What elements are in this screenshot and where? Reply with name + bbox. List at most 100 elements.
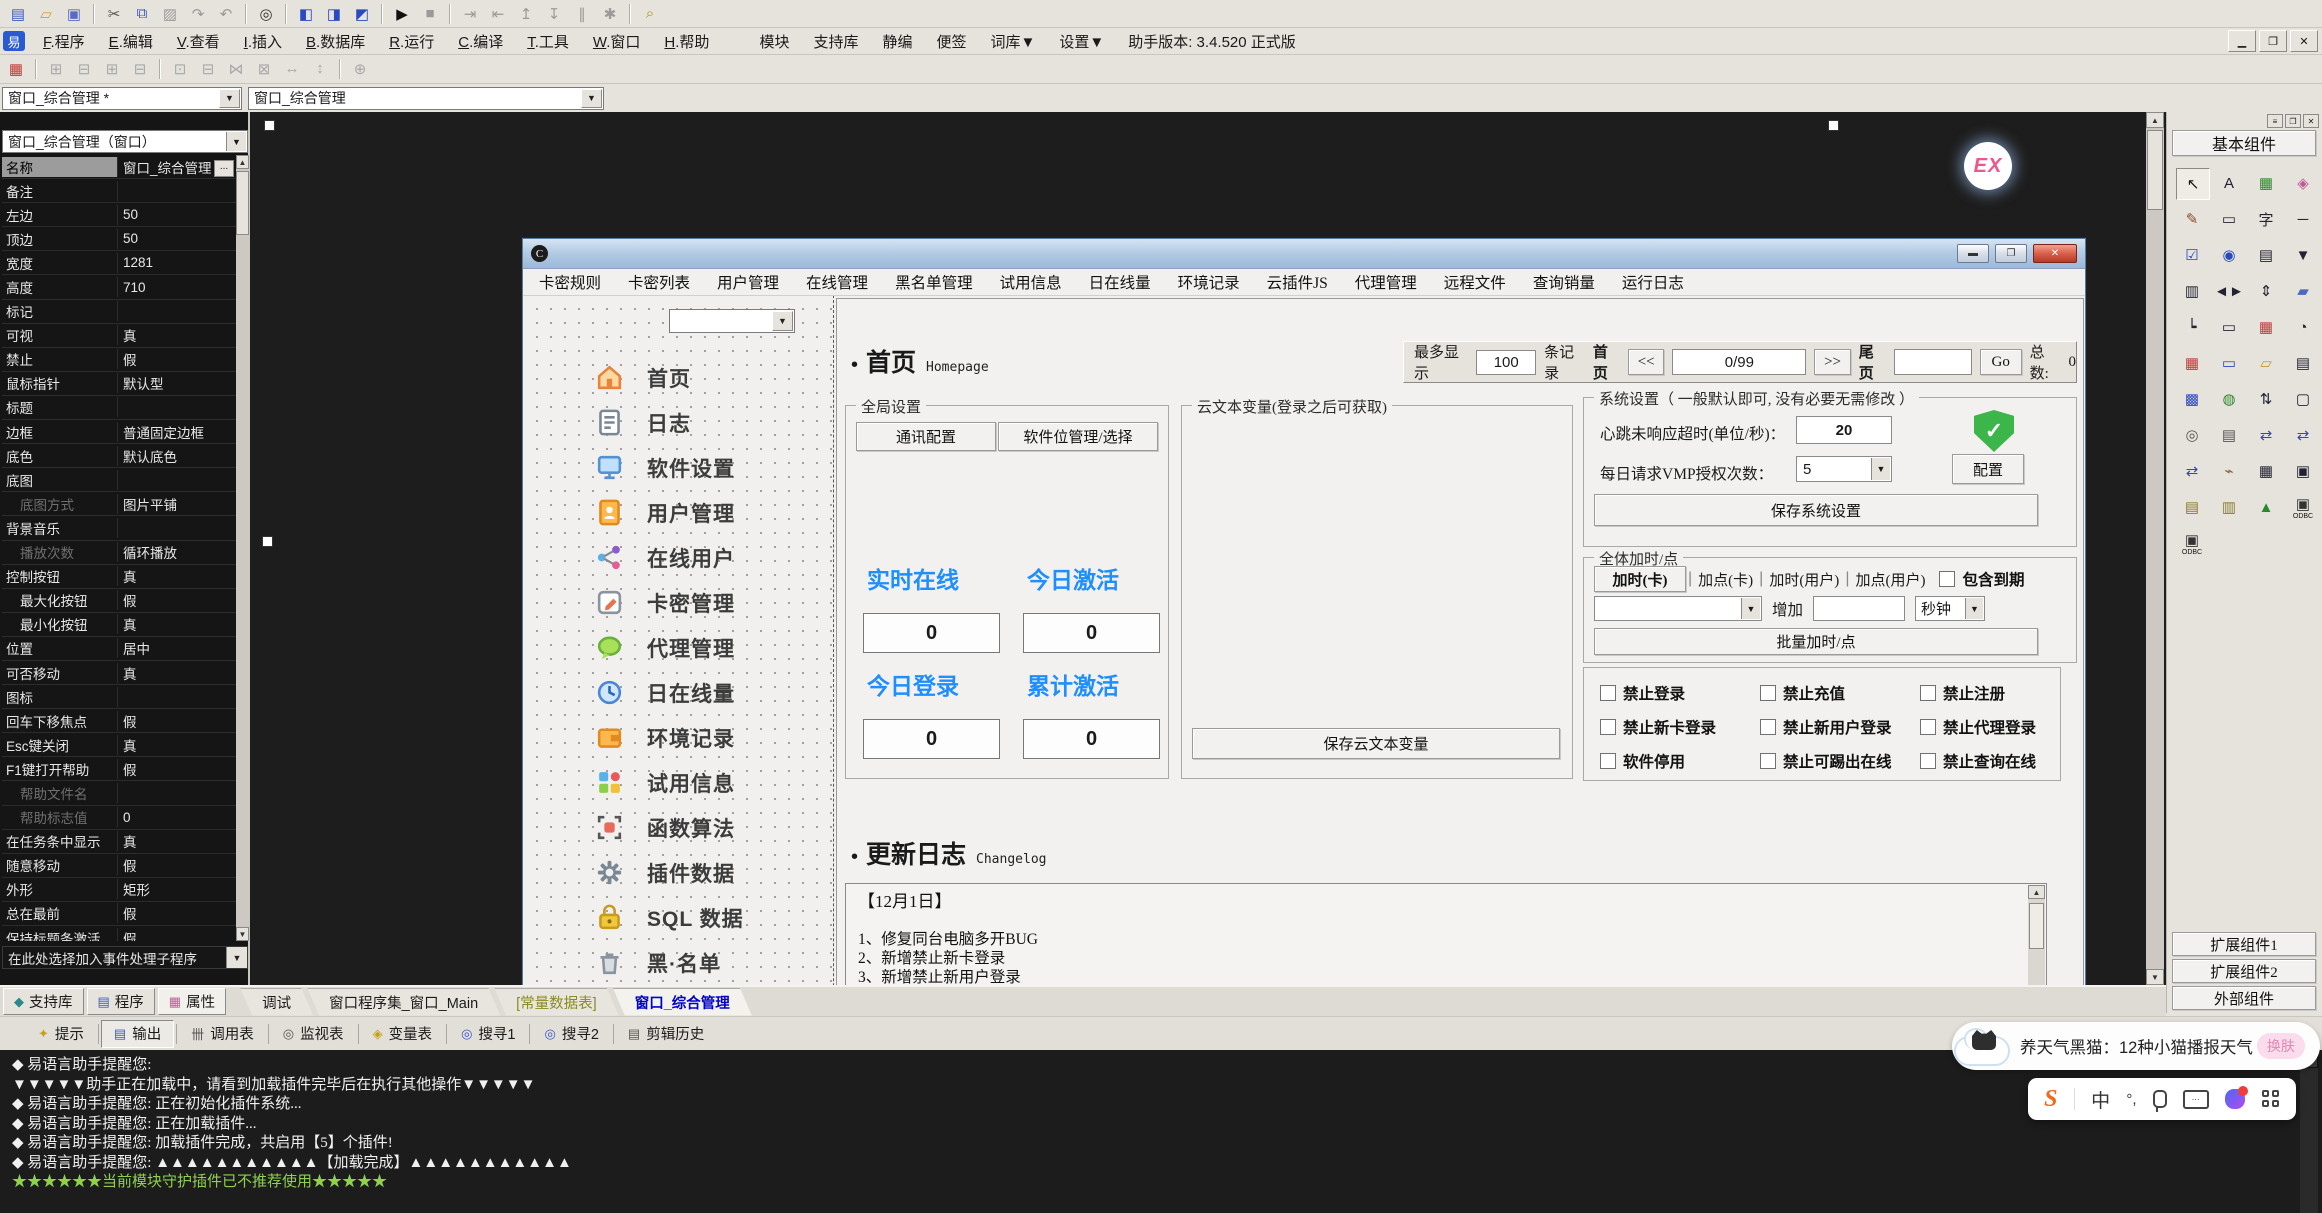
shape-component[interactable]: ◈	[2287, 168, 2319, 198]
menu-3[interactable]: I.插入	[232, 31, 294, 52]
sidebar-item-日志[interactable]: 日志	[594, 407, 691, 438]
output-tab-调用表[interactable]: 卌调用表	[179, 1021, 266, 1047]
checkbox-icon[interactable]	[1920, 685, 1936, 701]
align-left-icon[interactable]: ⊞	[43, 57, 69, 81]
property-value[interactable]: 真	[118, 566, 236, 586]
designer-scrollbar[interactable]: ▲ ▼	[2146, 112, 2164, 985]
layout-split-icon[interactable]: ◨	[321, 2, 347, 26]
add-time-tab-2[interactable]: 加时(用户)	[1769, 569, 1839, 590]
restriction-checkbox-禁止可踢出在线[interactable]: 禁止可踢出在线	[1760, 750, 1892, 772]
static-text[interactable]: 字	[2250, 204, 2282, 234]
property-row[interactable]: 在任务条中显示真	[2, 830, 236, 854]
property-row[interactable]: 标题	[2, 396, 236, 420]
ime-toolbar[interactable]: S 中 °, ⋯	[2028, 1078, 2296, 1120]
property-value[interactable]: 假	[118, 903, 236, 923]
printer-component[interactable]: ▤	[2213, 420, 2245, 450]
output-tab-输出[interactable]: ▤输出	[101, 1020, 174, 1048]
checklist-box[interactable]: ▥	[2176, 276, 2208, 306]
goto-page-input[interactable]	[1894, 349, 1972, 375]
restriction-checkbox-禁止代理登录[interactable]: 禁止代理登录	[1920, 716, 2036, 738]
window-menu-2[interactable]: 用户管理	[717, 271, 779, 293]
doc-tab-[常量数据表][interactable]: [常量数据表]	[494, 988, 619, 1016]
last-page-button[interactable]: 尾页	[1859, 341, 1886, 383]
cut-icon[interactable]: ✂	[101, 2, 127, 26]
stop-icon[interactable]: ■	[417, 2, 443, 26]
property-value[interactable]: 窗口_综合管理...	[118, 157, 236, 177]
window-menu-5[interactable]: 试用信息	[1000, 271, 1062, 293]
step-out-icon[interactable]: ↥	[513, 2, 539, 26]
chevron-down-icon[interactable]: ▼	[1741, 598, 1760, 619]
radio-button[interactable]: ◉	[2213, 240, 2245, 270]
color-grid[interactable]: ▩	[2176, 384, 2208, 414]
restriction-checkbox-禁止查询在线[interactable]: 禁止查询在线	[1920, 750, 2036, 772]
center-h-icon[interactable]: ⊡	[167, 57, 193, 81]
assistant-menu-3[interactable]: 便签	[924, 31, 978, 52]
sogou-logo-icon[interactable]: S	[2044, 1086, 2057, 1113]
panel-tab-属性[interactable]: ▦属性	[158, 988, 226, 1015]
property-row[interactable]: 总在最前假	[2, 902, 236, 926]
property-value[interactable]: 假	[118, 590, 236, 610]
timer-component[interactable]: ◎	[2176, 420, 2208, 450]
checkbox-icon[interactable]	[1760, 753, 1776, 769]
property-value[interactable]: 真	[118, 614, 236, 634]
mic-icon[interactable]	[2153, 1090, 2167, 1108]
checkbox-icon[interactable]	[1760, 719, 1776, 735]
property-value[interactable]: 1281	[118, 255, 236, 270]
checkbox-icon[interactable]	[1939, 571, 1955, 587]
property-row[interactable]: 播放次数循环播放	[2, 541, 236, 565]
db-edit[interactable]: ▤	[2176, 492, 2208, 522]
panel-close-icon[interactable]: ✕	[2303, 114, 2319, 128]
form-designer-icon[interactable]: ▦	[3, 57, 29, 81]
open-file-icon[interactable]: ▱	[33, 2, 59, 26]
property-row[interactable]: 最大化按钮假	[2, 589, 236, 613]
align-bottom-icon[interactable]: ⊟	[127, 57, 153, 81]
property-value[interactable]: 假	[118, 349, 236, 369]
group-box[interactable]: ▭	[2213, 204, 2245, 234]
assistant-menu-5[interactable]: 设置▼	[1047, 31, 1116, 52]
edit-box[interactable]: ✎	[2176, 204, 2208, 234]
property-value[interactable]: 默认底色	[118, 446, 236, 466]
pause-icon[interactable]: ∥	[569, 2, 595, 26]
slot-manage-button[interactable]: 软件位管理/选择	[998, 422, 1158, 451]
property-value[interactable]: 真	[118, 831, 236, 851]
copy-icon[interactable]: ⧉	[129, 2, 155, 26]
same-size-icon[interactable]: ⊕	[347, 57, 373, 81]
property-row[interactable]: 可视真	[2, 324, 236, 348]
window-menu-0[interactable]: 卡密规则	[539, 271, 601, 293]
list-box[interactable]: ▤	[2250, 240, 2282, 270]
selection-handle[interactable]	[1828, 120, 1839, 131]
changelog-scrollbar[interactable]: ▲ ▼	[2028, 885, 2045, 985]
checkbox-icon[interactable]	[1760, 685, 1776, 701]
label-component[interactable]: A	[2213, 168, 2245, 198]
property-value[interactable]: 假	[118, 711, 236, 731]
layout-bottom-icon[interactable]: ◩	[349, 2, 375, 26]
scrollbar-thumb[interactable]	[2147, 130, 2163, 210]
restore-icon[interactable]: ❐	[2259, 30, 2287, 52]
ruler-component[interactable]: ┕	[2176, 312, 2208, 342]
more-button[interactable]: ...	[214, 160, 234, 177]
folder-box[interactable]: ▱	[2250, 348, 2282, 378]
panel-maximize-icon[interactable]: ❐	[2285, 114, 2301, 128]
align-top-icon[interactable]: ⊞	[99, 57, 125, 81]
restriction-checkbox-禁止新用户登录[interactable]: 禁止新用户登录	[1760, 716, 1892, 738]
property-object-selector[interactable]: 窗口_综合管理（窗口） ▼	[2, 130, 248, 153]
sidebar-item-环境记录[interactable]: 环境记录	[594, 722, 735, 753]
restriction-checkbox-软件停用[interactable]: 软件停用	[1600, 750, 1685, 772]
minimize-icon[interactable]: ▁	[2228, 30, 2256, 52]
property-value[interactable]: 默认型	[118, 373, 236, 393]
sidebar-item-日在线量[interactable]: 日在线量	[594, 677, 735, 708]
chevron-down-icon[interactable]: ▼	[581, 89, 602, 108]
property-row[interactable]: 底图	[2, 468, 236, 492]
property-row[interactable]: 外形矩形	[2, 878, 236, 902]
progress-bar[interactable]: ▰	[2287, 276, 2319, 306]
panel-tab-程序[interactable]: ▤程序	[87, 988, 155, 1015]
search-plus-icon[interactable]: ⌕	[637, 2, 663, 26]
output-tab-提示[interactable]: ✦提示	[26, 1021, 96, 1047]
vmp-select[interactable]: 5 ▼	[1796, 456, 1892, 482]
designed-window[interactable]: C ▬ ❐ ✕ 卡密规则卡密列表用户管理在线管理黑名单管理试用信息日在线量环境记…	[522, 238, 2086, 985]
sidebar-item-黑·名单[interactable]: 黑·名单	[594, 947, 721, 978]
doc-tab-窗口程序集_窗口_Main[interactable]: 窗口程序集_窗口_Main	[307, 988, 500, 1016]
property-row[interactable]: 帮助文件名	[2, 781, 236, 805]
window-menu-12[interactable]: 运行日志	[1622, 271, 1684, 293]
chevron-down-icon[interactable]: ▼	[219, 89, 240, 108]
